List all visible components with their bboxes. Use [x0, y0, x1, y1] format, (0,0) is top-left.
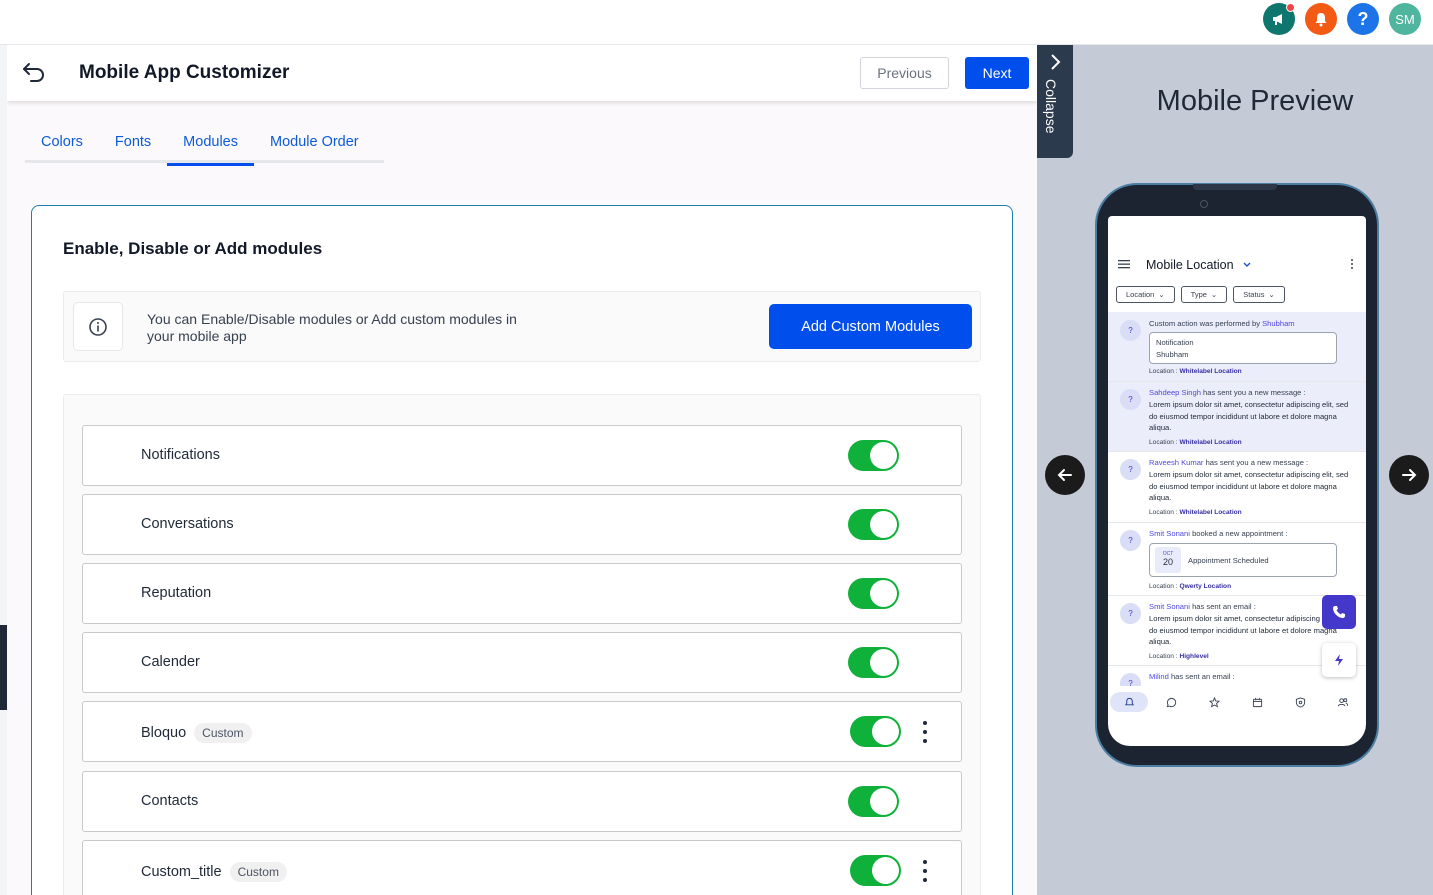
- avatar: ?: [1120, 320, 1141, 341]
- feed-item[interactable]: ? Smit Sonani booked a new appointment :…: [1108, 523, 1366, 596]
- avatar: ?: [1120, 603, 1141, 624]
- avatar: ?: [1120, 673, 1141, 686]
- user-avatar[interactable]: SM: [1389, 3, 1421, 35]
- feed-item[interactable]: ? Raveesh Kumar has sent you a new messa…: [1108, 452, 1366, 523]
- main-panel: Mobile App Customizer Previous Next Colo…: [7, 45, 1037, 895]
- filter-row: Location ⌄ Type ⌄ Status ⌄: [1116, 286, 1285, 303]
- info-box: You can Enable/Disable modules or Add cu…: [63, 291, 981, 362]
- avatar: ?: [1120, 530, 1141, 551]
- appointment-card: OCT 20 Appointment Scheduled: [1149, 543, 1337, 577]
- notification-dot: [1286, 3, 1295, 12]
- module-label: Custom_title: [141, 864, 222, 880]
- page-header: Mobile App Customizer Previous Next: [7, 45, 1037, 101]
- module-label: Bloquo: [141, 725, 187, 741]
- modules-list: Notifications Conversations Reputation C…: [63, 394, 981, 895]
- info-text: You can Enable/Disable modules or Add cu…: [147, 311, 517, 344]
- bell-icon[interactable]: [1305, 3, 1337, 35]
- module-toggle[interactable]: [848, 786, 899, 817]
- info-icon: [73, 302, 123, 351]
- more-options-icon[interactable]: [917, 721, 933, 743]
- module-toggle[interactable]: [850, 716, 901, 747]
- filter-location[interactable]: Location ⌄: [1116, 286, 1175, 303]
- more-options-icon[interactable]: [917, 860, 933, 882]
- previous-button[interactable]: Previous: [860, 57, 949, 89]
- megaphone-icon[interactable]: [1263, 3, 1295, 35]
- module-row-custom-title: Custom_title Custom: [82, 840, 962, 895]
- module-label: Conversations: [141, 516, 234, 532]
- custom-badge: Custom: [229, 862, 287, 882]
- filter-status[interactable]: Status ⌄: [1233, 286, 1285, 303]
- contacts-icon[interactable]: [1324, 692, 1362, 712]
- module-label: Notifications: [141, 447, 220, 463]
- module-row-notifications: Notifications: [82, 425, 962, 486]
- phone-fab-icon[interactable]: [1322, 595, 1356, 629]
- app-header: Mobile Location: [1108, 254, 1366, 278]
- top-icons: ? SM: [1263, 3, 1421, 35]
- chevron-right-icon: [1051, 54, 1061, 70]
- date-tile: OCT 20: [1155, 547, 1181, 573]
- bottom-nav: [1108, 692, 1366, 716]
- left-strip: [0, 45, 7, 895]
- modules-card: Enable, Disable or Add modules You can E…: [31, 205, 1013, 895]
- feed-inner-card: Notification Shubham: [1149, 332, 1337, 364]
- back-icon[interactable]: [21, 61, 49, 85]
- menu-icon[interactable]: [1118, 259, 1130, 269]
- module-toggle[interactable]: [848, 440, 899, 471]
- custom-badge: Custom: [194, 723, 252, 743]
- next-arrow-icon[interactable]: [1389, 455, 1429, 495]
- module-row-bloquo: Bloquo Custom: [82, 701, 962, 762]
- filter-type[interactable]: Type ⌄: [1180, 286, 1228, 303]
- module-toggle[interactable]: [848, 647, 899, 678]
- avatar: ?: [1120, 459, 1141, 480]
- feed-item[interactable]: ? Custom action was performed by Shubham…: [1108, 312, 1366, 382]
- feed-item[interactable]: ? Sahdeep Singh has sent you a new messa…: [1108, 382, 1366, 452]
- tab-fonts[interactable]: Fonts: [99, 124, 167, 163]
- module-label: Reputation: [141, 585, 212, 601]
- help-icon[interactable]: ?: [1347, 3, 1379, 35]
- next-button[interactable]: Next: [965, 57, 1029, 89]
- tab-colors[interactable]: Colors: [25, 124, 99, 163]
- module-toggle[interactable]: [848, 509, 899, 540]
- notification-feed: ? Custom action was performed by Shubham…: [1108, 312, 1366, 686]
- chevron-down-icon: [1243, 262, 1251, 267]
- star-icon[interactable]: [1195, 692, 1233, 712]
- prev-arrow-icon[interactable]: [1045, 455, 1085, 495]
- module-toggle[interactable]: [848, 578, 899, 609]
- kebab-icon[interactable]: [1350, 258, 1354, 270]
- module-toggle[interactable]: [850, 855, 901, 886]
- chat-icon[interactable]: [1152, 692, 1190, 712]
- card-title: Enable, Disable or Add modules: [63, 239, 323, 258]
- phone-screen: Mobile Location Location ⌄ Type ⌄ Status ⌄ …: [1108, 216, 1366, 746]
- tab-module-order[interactable]: Module Order: [254, 124, 375, 163]
- lightning-fab-icon[interactable]: [1322, 643, 1356, 677]
- app-location-title[interactable]: Mobile Location: [1146, 258, 1234, 272]
- avatar: ?: [1120, 389, 1141, 410]
- top-bar: ? SM: [0, 0, 1433, 45]
- preview-title: Mobile Preview: [1156, 85, 1354, 117]
- module-row-calender: Calender: [82, 632, 962, 693]
- module-row-contacts: Contacts: [82, 771, 962, 832]
- page-title: Mobile App Customizer: [79, 62, 290, 83]
- module-label: Contacts: [141, 793, 199, 809]
- add-custom-modules-button[interactable]: Add Custom Modules: [769, 304, 972, 349]
- phone-frame: Mobile Location Location ⌄ Type ⌄ Status ⌄ …: [1095, 183, 1379, 767]
- calendar-icon[interactable]: [1238, 692, 1276, 712]
- tab-modules[interactable]: Modules: [167, 124, 254, 166]
- mobile-preview-panel: Collapse Mobile Preview Mobile Location …: [1037, 45, 1433, 895]
- tab-bar: Colors Fonts Modules Module Order: [25, 124, 384, 166]
- module-row-reputation: Reputation: [82, 563, 962, 624]
- bell-icon[interactable]: [1110, 692, 1148, 712]
- module-row-conversations: Conversations: [82, 494, 962, 555]
- module-label: Calender: [141, 654, 200, 670]
- shield-icon[interactable]: [1281, 692, 1319, 712]
